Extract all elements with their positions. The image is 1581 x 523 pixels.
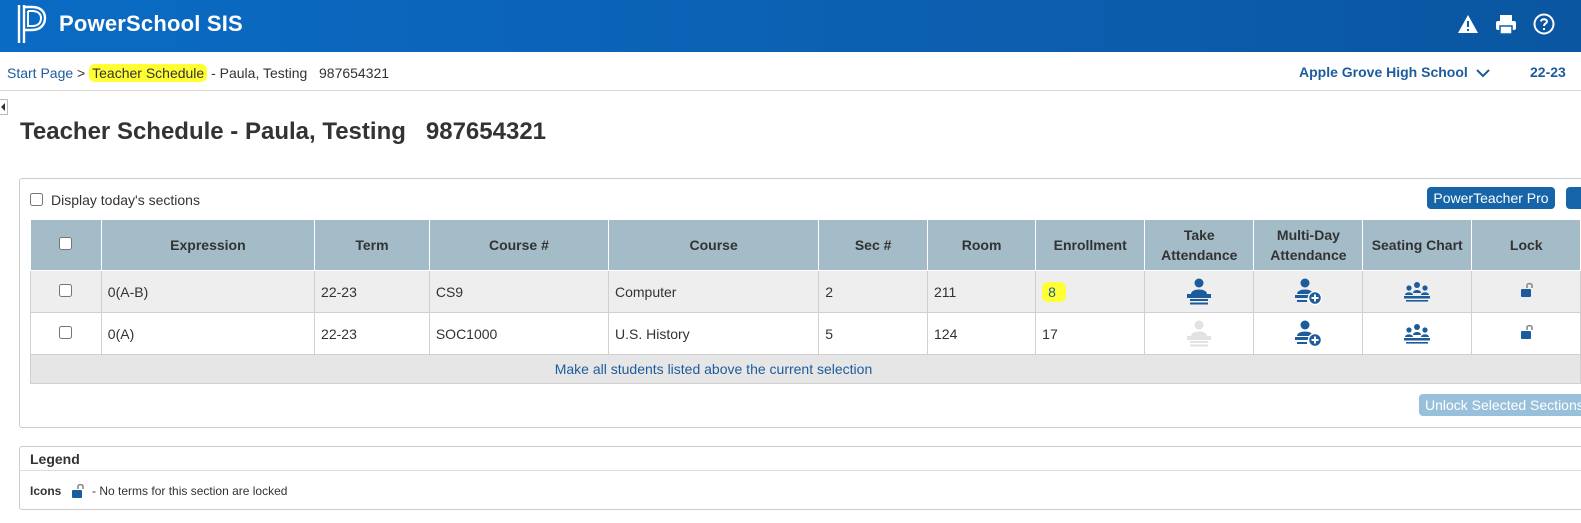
header-enrollment[interactable]: Enrollment [1035,219,1146,271]
enrollment-link[interactable]: 8 [1042,281,1066,302]
multiday-attendance-cell [1253,312,1364,355]
table-row: 0(A-B) 22-23 CS9 Computer 2 211 8 [30,270,1581,313]
app-title[interactable]: PowerSchool SIS [59,11,243,37]
header-room[interactable]: Room [927,219,1037,271]
header-take-attendance: Take Attendance [1144,219,1255,271]
unlocked-icon [71,483,84,498]
breadcrumb-suffix: - Paula, Testing 987654321 [211,65,390,81]
header-section-number[interactable]: Sec # [818,219,929,271]
unlocked-icon[interactable] [1520,282,1534,298]
breadcrumb: Start Page > Teacher Schedule - Paula, T… [7,64,390,82]
row-checkbox[interactable] [59,283,73,297]
select-all-checkbox[interactable] [59,237,73,250]
display-today-label: Display today's sections [51,192,200,208]
header-expression[interactable]: Expression [100,219,316,271]
header-select-all [30,219,102,271]
print-icon[interactable] [1495,13,1517,35]
header-multiday-line1: Multi-Day [1276,227,1340,243]
legend-divider [19,470,1581,471]
extra-button[interactable] [1566,187,1581,209]
unlock-selected-button[interactable]: Unlock Selected Sections [1419,394,1581,416]
take-attendance-icon[interactable] [1184,277,1214,307]
course-link[interactable]: U.S. History [607,312,820,355]
term-link[interactable]: 22-23 [314,270,430,313]
enrollment-link[interactable]: 17 [1035,312,1146,355]
multiday-attendance-icon[interactable] [1293,277,1323,307]
term-link[interactable]: 22-23 [314,312,430,355]
top-header-bar: PowerSchool SIS [0,0,1581,52]
header-seating-chart: Seating Chart [1362,219,1472,271]
breadcrumb-separator: > [77,65,86,81]
multiday-attendance-cell [1253,270,1364,313]
table-row: 0(A) 22-23 SOC1000 U.S. History 5 124 17 [30,312,1581,355]
header-course[interactable]: Course [607,219,820,271]
breadcrumb-current: Teacher Schedule [89,64,208,82]
legend-title: Legend [30,451,80,467]
multiday-attendance-icon[interactable] [1293,319,1323,349]
make-current-selection-link[interactable]: Make all students listed above the curre… [30,354,1581,384]
take-attendance-disabled-icon [1187,320,1212,346]
room-cell: 211 [927,270,1037,313]
lock-cell [1470,270,1581,313]
school-name: Apple Grove High School [1299,64,1468,80]
row-select-cell [30,270,102,313]
page-title: Teacher Schedule - Paula, Testing 987654… [20,118,547,145]
take-attendance-cell [1144,312,1255,355]
seating-chart-icon[interactable] [1403,322,1431,346]
header-multiday-line2: Attendance [1270,247,1347,263]
course-number-cell: SOC1000 [428,312,609,355]
display-today-option[interactable]: Display today's sections [30,192,200,208]
legend-lock-text: - No terms for this section are locked [92,484,288,498]
powerschool-logo-icon[interactable] [16,3,48,45]
legend-panel [19,446,1581,510]
header-take-attendance-line1: Take [1183,227,1215,243]
seating-chart-icon[interactable] [1403,280,1431,304]
lock-cell [1470,312,1581,355]
header-course-number[interactable]: Course # [428,219,609,271]
legend-row: Icons - No terms for this section are lo… [30,483,287,499]
row-checkbox[interactable] [59,325,73,339]
table-footer-row: Make all students listed above the curre… [30,354,1581,384]
course-number-cell: CS9 [428,270,609,313]
seating-chart-cell [1362,312,1472,355]
header-term[interactable]: Term [314,219,430,271]
section-number-link[interactable]: 2 [818,270,929,313]
room-cell: 124 [927,312,1037,355]
header-lock: Lock [1470,219,1581,271]
powerteacher-pro-button[interactable]: PowerTeacher Pro [1427,187,1555,209]
term-selector[interactable]: 22-23 [1530,64,1566,80]
take-attendance-cell [1144,270,1255,313]
display-today-checkbox[interactable] [30,193,43,206]
seating-chart-cell [1362,270,1472,313]
table-header-row: Expression Term Course # Course Sec # Ro… [30,219,1581,271]
unlocked-icon[interactable] [1520,324,1534,340]
alert-icon[interactable] [1457,13,1479,35]
chevron-down-icon [1475,69,1490,78]
schedule-table: Expression Term Course # Course Sec # Ro… [30,219,1581,384]
help-icon[interactable] [1533,13,1555,35]
breadcrumb-start-page[interactable]: Start Page [7,65,73,81]
breadcrumb-bar: Start Page > Teacher Schedule - Paula, T… [0,52,1581,91]
expression-cell: 0(A-B) [100,270,316,313]
sidebar-collapse-toggle[interactable] [0,99,8,115]
enrollment-cell: 8 [1035,270,1146,313]
header-take-attendance-line2: Attendance [1161,247,1238,263]
course-link[interactable]: Computer [607,270,820,313]
school-selector[interactable]: Apple Grove High School [1299,64,1490,80]
row-select-cell [30,312,102,355]
expression-cell: 0(A) [100,312,316,355]
section-number-link[interactable]: 5 [818,312,929,355]
header-multiday-attendance: Multi-Day Attendance [1253,219,1364,271]
legend-icons-label: Icons [30,484,62,498]
